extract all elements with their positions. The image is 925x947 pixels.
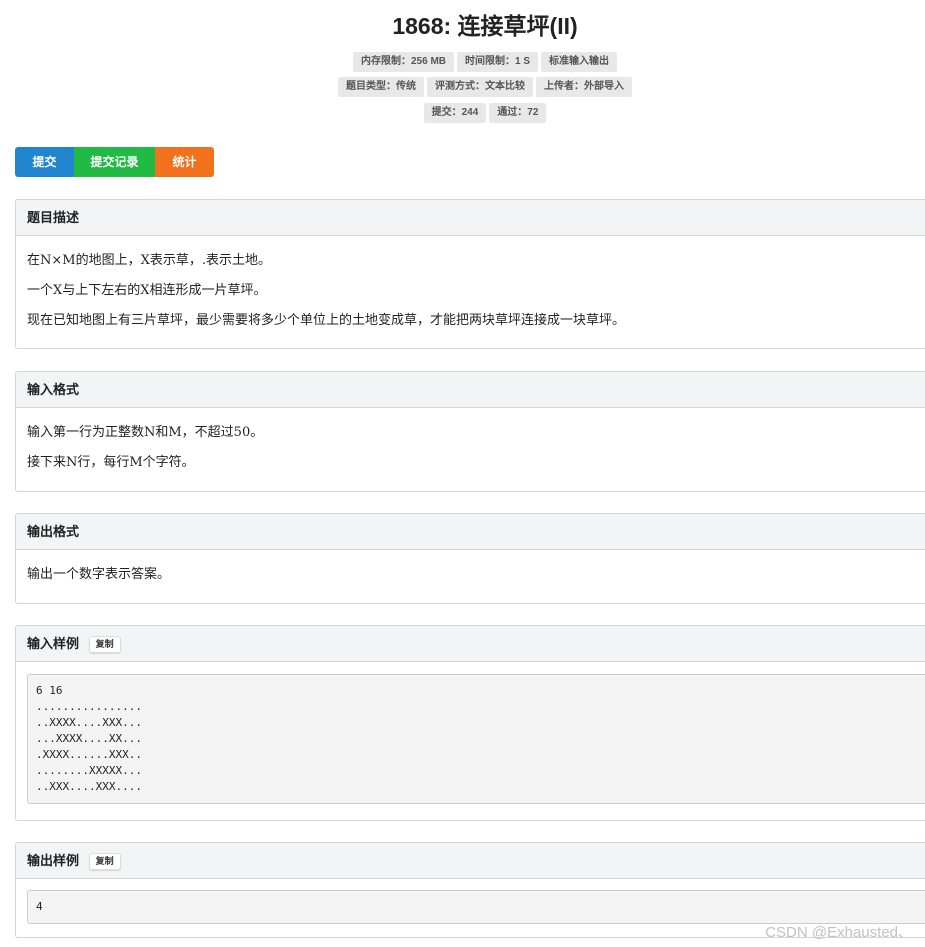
- copy-sample-input-button[interactable]: 复制: [88, 636, 121, 654]
- input-format-heading: 输入格式: [16, 372, 925, 408]
- judge-method-badge: 评测方式：文本比较: [427, 77, 533, 97]
- problem-type-badge: 题目类型：传统: [338, 77, 424, 97]
- time-limit-badge: 时间限制：1 S: [457, 52, 539, 72]
- submission-records-button[interactable]: 提交记录: [74, 147, 155, 177]
- sample-output-header: 输出样例 复制: [16, 843, 925, 879]
- description-line: 一个X与上下左右的X相连形成一片草坪。: [27, 283, 267, 298]
- sample-input-heading: 输入样例: [27, 636, 80, 651]
- description-heading: 题目描述: [16, 200, 925, 236]
- memory-limit-badge: 内存限制：256 MB: [352, 52, 454, 72]
- limits-badge-row: 内存限制：256 MB 时间限制：1 S 标准输入输出: [0, 52, 925, 72]
- io-mode-badge: 标准输入输出: [541, 52, 618, 72]
- input-format-section: 输入格式 输入第一行为正整数N和M，不超过50。 接下来N行，每行M个字符。: [15, 371, 925, 492]
- description-section: 题目描述 在N×M的地图上，X表示草，.表示土地。 一个X与上下左右的X相连形成…: [15, 199, 925, 349]
- sample-input-code: 6 16 ................ ..XXXX....XXX... .…: [27, 674, 925, 804]
- description-line: 现在已知地图上有三片草坪，最少需要将多少个单位上的土地变成草，才能把两块草坪连接…: [27, 313, 626, 328]
- stats-badge-row: 提交：244 通过：72: [0, 103, 925, 123]
- output-format-heading: 输出格式: [16, 514, 925, 550]
- sample-input-section: 输入样例 复制 6 16 ................ ..XXXX....…: [15, 625, 925, 821]
- output-format-section: 输出格式 输出一个数字表示答案。: [15, 513, 925, 604]
- input-format-body: 输入第一行为正整数N和M，不超过50。 接下来N行，每行M个字符。: [16, 408, 925, 488]
- watermark: CSDN @Exhausted、: [765, 924, 913, 941]
- accepted-badge: 通过：72: [489, 103, 547, 123]
- uploader-badge: 上传者：外部导入: [536, 77, 632, 97]
- description-body: 在N×M的地图上，X表示草，.表示土地。 一个X与上下左右的X相连形成一片草坪。…: [16, 236, 925, 346]
- description-line: 在N×M的地图上，X表示草，.表示土地。: [27, 253, 271, 268]
- action-button-group: 提交 提交记录 统计: [15, 147, 214, 177]
- sample-output-heading: 输出样例: [27, 853, 80, 868]
- output-format-body: 输出一个数字表示答案。: [16, 550, 925, 600]
- copy-sample-output-button[interactable]: 复制: [88, 853, 121, 871]
- output-format-line: 输出一个数字表示答案。: [27, 567, 171, 582]
- page-title: 1868: 连接草坪(II): [392, 13, 578, 39]
- input-format-line: 输入第一行为正整数N和M，不超过50。: [27, 425, 264, 440]
- sample-input-header: 输入样例 复制: [16, 626, 925, 662]
- meta-badge-row: 题目类型：传统 评测方式：文本比较 上传者：外部导入: [0, 77, 925, 97]
- submit-button[interactable]: 提交: [15, 147, 74, 177]
- submissions-badge: 提交：244: [423, 103, 487, 123]
- sample-output-code: 4: [27, 890, 925, 924]
- input-format-line: 接下来N行，每行M个字符。: [27, 455, 195, 470]
- statistics-button[interactable]: 统计: [155, 147, 214, 177]
